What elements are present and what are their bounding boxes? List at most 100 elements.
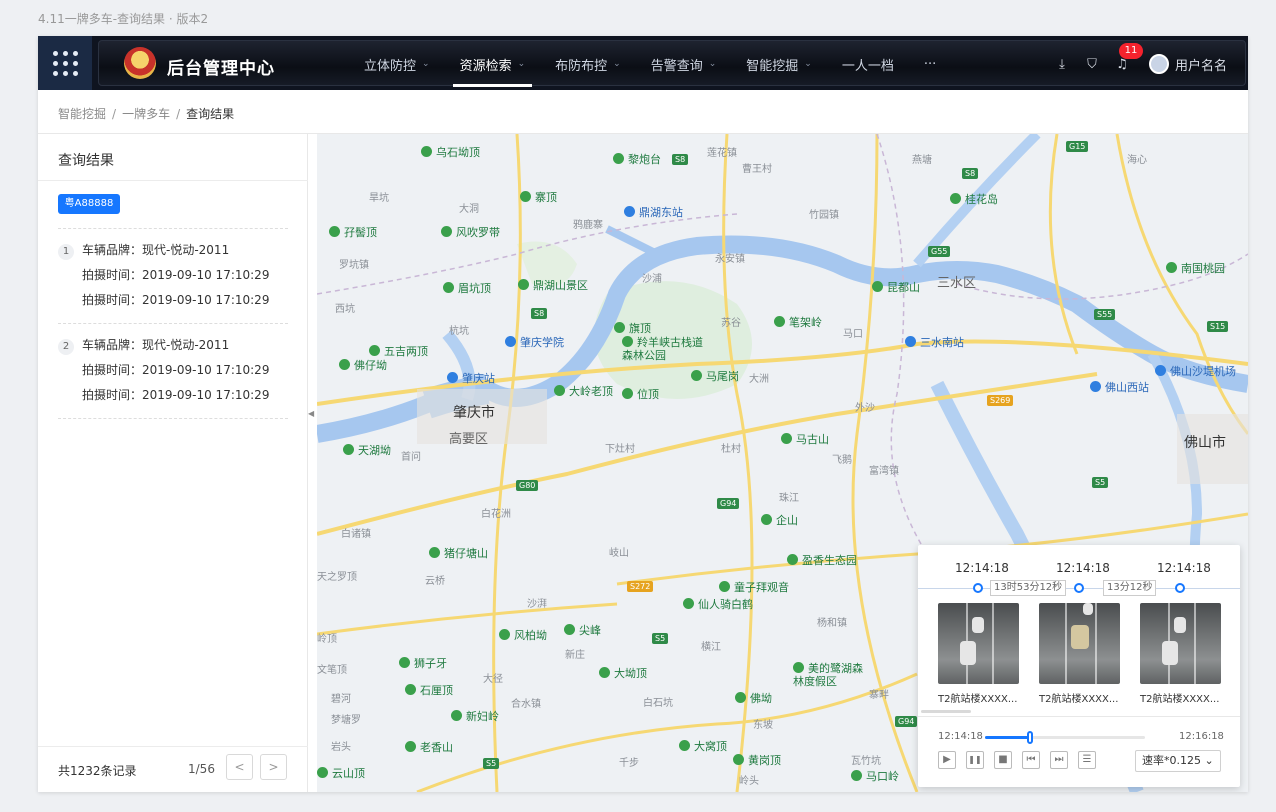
map-label-town: 杜村 — [721, 444, 741, 455]
map-label-city: 佛山市 — [1184, 435, 1226, 451]
next-page-button[interactable]: > — [260, 754, 287, 780]
pause-icon[interactable]: ❚❚ — [966, 751, 984, 769]
avatar[interactable] — [1148, 54, 1169, 74]
map-poi[interactable]: 笔架岭 — [774, 314, 822, 330]
record-capture-time: 拍摄时间：2019-09-10 17:10:29 — [82, 363, 270, 377]
skip-forward-icon[interactable]: ⏭ — [1050, 751, 1068, 769]
map-poi[interactable]: 仙人骑白鹤 — [683, 596, 753, 612]
divider — [58, 228, 288, 229]
map-poi[interactable]: 猪仔塘山 — [429, 545, 488, 561]
map-poi[interactable]: 大岭老顶 — [554, 383, 613, 399]
divider — [58, 323, 288, 324]
map-poi[interactable]: 佛仔坳 — [339, 357, 387, 373]
user-name[interactable]: 用户名名 — [1175, 55, 1227, 74]
nav-item-more[interactable]: ··· — [909, 41, 951, 87]
nav-label: 布防布控 — [555, 58, 608, 74]
map-poi[interactable]: 狮子牙 — [399, 655, 447, 671]
map-label-town: 白花洲 — [481, 509, 511, 520]
prev-page-button[interactable]: < — [226, 754, 253, 780]
playback-slider[interactable] — [985, 731, 1145, 744]
stop-icon[interactable]: ■ — [994, 751, 1012, 769]
map-poi[interactable]: 大窝顶 — [679, 738, 727, 754]
nav-item-deploy-control[interactable]: 布防布控 ⌄ — [540, 41, 636, 87]
nav-label: 智能挖掘 — [746, 58, 799, 74]
route-shield: G94 — [895, 716, 918, 727]
map-label-town: 白石坑 — [643, 698, 673, 709]
map-poi[interactable]: 马尾岗 — [691, 368, 739, 384]
speed-select[interactable]: 速率*0.125 ⌄ — [1135, 750, 1221, 772]
map-poi[interactable]: 羚羊峡古栈道森林公园 — [622, 336, 712, 362]
map-station[interactable]: 肇庆站 — [447, 370, 495, 386]
map-poi[interactable]: 马古山 — [781, 431, 829, 447]
map-label-town: 横江 — [701, 642, 721, 653]
nav-item-resource-search[interactable]: 资源检索 ⌄ — [445, 41, 541, 87]
map-poi[interactable]: 老香山 — [405, 739, 453, 755]
collapse-panel-handle[interactable]: ◀ — [308, 402, 316, 426]
map-poi[interactable]: 童子拜观音 — [719, 579, 789, 595]
map-poi[interactable]: 眉坑顶 — [443, 280, 491, 296]
map-view[interactable]: 肇庆市 高要区 佛山市 三水区 乌石坳顶 黎炮台 寨顶 鸦鹿寨 孖髻顶 风吹罗带… — [317, 134, 1248, 792]
map-poi[interactable]: 黎炮台 — [613, 151, 661, 167]
timeline-node[interactable] — [1175, 583, 1185, 593]
map-poi[interactable]: 佛坳 — [735, 690, 772, 706]
map-poi[interactable]: 美的鹭湖森林度假区 — [793, 662, 868, 688]
map-poi[interactable]: 旗顶 — [614, 320, 651, 336]
list-item[interactable]: 2 车辆品牌：现代-悦动-2011 拍摄时间：2019-09-10 17:10:2… — [58, 333, 269, 408]
map-station[interactable]: 佛山西站 — [1090, 379, 1149, 395]
play-icon[interactable]: ▶ — [938, 751, 956, 769]
map-poi[interactable]: 桂花岛 — [950, 191, 998, 207]
map-poi[interactable]: 寨顶 — [520, 189, 557, 205]
route-shield: S5 — [652, 633, 669, 644]
panel-title: 查询结果 — [58, 153, 114, 169]
timeline-node[interactable] — [973, 583, 983, 593]
map-poi[interactable]: 位顶 — [622, 386, 659, 402]
map-poi[interactable]: 鼎湖山景区 — [518, 277, 588, 293]
nav-item-stereo-defense[interactable]: 立体防控 ⌄ — [349, 41, 445, 87]
map-poi[interactable]: 盈香生态园 — [787, 552, 857, 568]
map-label-town: 岐山 — [609, 548, 629, 559]
breadcrumb-separator: / — [176, 107, 181, 121]
map-poi[interactable]: 企山 — [761, 512, 798, 528]
list-item[interactable]: 1 车辆品牌：现代-悦动-2011 拍摄时间：2019-09-10 17:10:2… — [58, 238, 269, 313]
list-icon[interactable]: ☰ — [1078, 751, 1096, 769]
map-poi[interactable]: 天湖坳 — [343, 442, 391, 458]
capture-thumbnail[interactable] — [1039, 603, 1120, 684]
nav-item-smart-mining[interactable]: 智能挖掘 ⌄ — [731, 41, 827, 87]
bell-icon[interactable]: ♫ 11 — [1107, 42, 1143, 72]
map-poi[interactable]: 大坳顶 — [599, 665, 647, 681]
map-station[interactable]: 肇庆学院 — [505, 334, 564, 350]
nav-item-one-person-one-file[interactable]: 一人一档 — [827, 41, 909, 87]
map-poi[interactable]: 孖髻顶 — [329, 224, 377, 240]
map-poi[interactable]: 黄岗顶 — [733, 752, 781, 768]
map-poi[interactable]: 马口岭 — [851, 768, 899, 784]
map-poi[interactable]: 乌石坳顶 — [421, 144, 480, 160]
map-station[interactable]: 鼎湖东站 — [624, 204, 683, 220]
capture-thumbnail[interactable] — [1140, 603, 1221, 684]
breadcrumb: 智能挖掘 / 一牌多车 / 查询结果 — [58, 105, 234, 122]
map-station[interactable]: 佛山沙堤机场 — [1155, 363, 1236, 379]
timeline-node[interactable] — [1074, 583, 1084, 593]
map-poi[interactable]: 风吹罗带 — [441, 224, 500, 240]
map-poi[interactable]: 云山顶 — [317, 765, 365, 781]
playback-start-time: 12:14:18 — [938, 731, 983, 742]
slider-handle[interactable] — [1026, 731, 1033, 744]
map-poi[interactable]: 南国桃园 — [1166, 260, 1225, 276]
map-poi[interactable]: 尖峰 — [564, 622, 601, 638]
breadcrumb-item[interactable]: 一牌多车 — [122, 107, 170, 121]
breadcrumb-item[interactable]: 智能挖掘 — [58, 107, 106, 121]
app-grid-button[interactable] — [38, 36, 92, 90]
map-label-town: 苏谷 — [721, 318, 741, 329]
plate-tag[interactable]: 粤A88888 — [58, 194, 120, 214]
map-poi[interactable]: 新妇岭 — [451, 708, 499, 724]
shirt-icon[interactable]: ⛉ — [1077, 57, 1107, 72]
horizontal-scrollbar[interactable] — [921, 710, 971, 713]
map-poi[interactable]: 风柏坳 — [499, 627, 547, 643]
route-shield: G94 — [717, 498, 740, 509]
map-poi[interactable]: 石厘顶 — [405, 682, 453, 698]
map-poi[interactable]: 昆都山 — [872, 279, 920, 295]
map-station[interactable]: 三水南站 — [905, 334, 964, 350]
download-icon[interactable]: ⤓ — [1047, 57, 1077, 72]
capture-thumbnail[interactable] — [938, 603, 1019, 684]
nav-item-alarm-query[interactable]: 告警查询 ⌄ — [636, 41, 732, 87]
skip-back-icon[interactable]: ⏮ — [1022, 751, 1040, 769]
